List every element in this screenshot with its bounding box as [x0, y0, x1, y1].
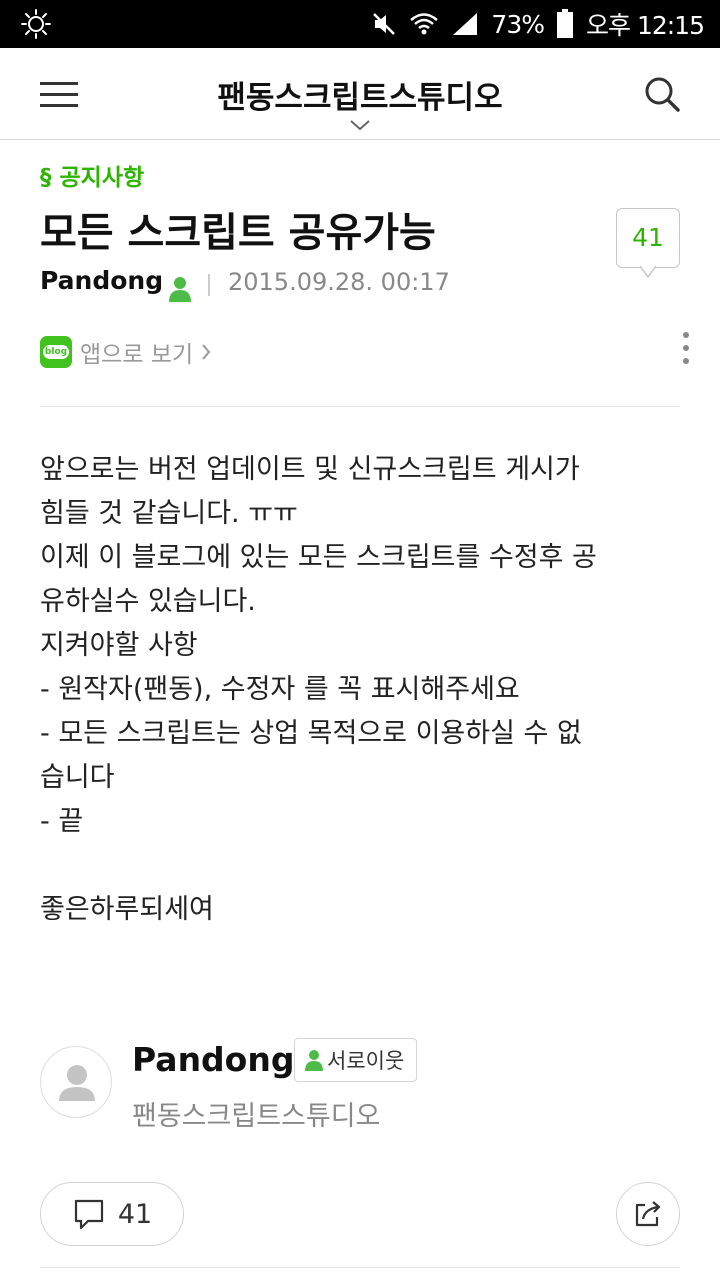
neighbor-badge-label: 서로이웃: [327, 1049, 405, 1073]
body-line: 습니다: [40, 762, 115, 793]
comment-button[interactable]: 41: [40, 1182, 184, 1246]
more-dot: [683, 345, 689, 351]
wifi-icon: [410, 13, 439, 35]
search-icon[interactable]: [642, 74, 682, 114]
body-line: - 모든 스크립트는 상업 목적으로 이용하실 수 없: [40, 718, 582, 749]
menu-icon-bar: [40, 93, 78, 96]
app-view-label: 앱으로 보기: [80, 342, 194, 368]
post-title: 모든 스크립트 공유가능: [40, 210, 436, 256]
blog-app-icon: blog: [40, 336, 72, 368]
menu-icon: [40, 82, 78, 85]
chevron-right-icon: [202, 344, 211, 360]
body-line: 이제 이 블로그에 있는 모든 스크립트를 수정후 공: [40, 542, 597, 573]
meta-separator: [208, 274, 210, 296]
comment-count-bubble[interactable]: 41: [616, 208, 680, 268]
signal-icon: [453, 13, 478, 35]
divider: [40, 1267, 680, 1268]
body-line: 힘들 것 같습니다. ㅠㅠ: [40, 498, 298, 529]
author-card-name[interactable]: Pandong: [132, 1040, 294, 1079]
clock: 오후 12:15: [586, 11, 705, 40]
body-blank-line: [40, 844, 688, 888]
share-button[interactable]: [616, 1182, 680, 1246]
post-author[interactable]: Pandong: [40, 266, 163, 295]
body-line: 지켜야할 사항: [40, 630, 198, 661]
body-line: 유하실수 있습니다.: [40, 586, 256, 617]
chevron-down-icon[interactable]: [348, 118, 372, 132]
body-line: - 원작자(팬동), 수정자 를 꼭 표시해주세요: [40, 674, 520, 705]
user-icon: [169, 277, 191, 302]
body-line: 좋은하루되세여: [40, 894, 214, 925]
neighbor-badge[interactable]: 서로이웃: [294, 1038, 418, 1082]
comment-icon: [74, 1199, 103, 1230]
app-view-link[interactable]: blog 앱으로 보기: [40, 334, 211, 370]
menu-icon-bar: [40, 104, 78, 107]
share-icon: [635, 1201, 661, 1227]
author-card-blog-name[interactable]: 팬동스크립트스튜디오: [132, 1094, 380, 1133]
comment-button-count: 41: [117, 1198, 153, 1230]
blog-logo-text: blog: [43, 345, 69, 359]
battery-icon: [557, 9, 573, 38]
divider: [40, 406, 680, 407]
app-bar: 팬동스크립트스튜디오: [0, 48, 720, 140]
brightness-icon: [21, 9, 51, 39]
bubble-tail: [640, 266, 656, 278]
body-line: 앞으로는 버전 업데이트 및 신규스크립트 게시가: [40, 454, 580, 485]
user-icon: [305, 1050, 323, 1071]
blog-title[interactable]: 팬동스크립트스튜디오: [150, 72, 570, 117]
battery-percent: 73%: [491, 9, 545, 39]
more-vertical-icon: [683, 332, 689, 338]
post-body: 앞으로는 버전 업데이트 및 신규스크립트 게시가 힘들 것 같습니다. ㅠㅠ …: [40, 448, 688, 932]
avatar[interactable]: [40, 1046, 112, 1118]
mute-icon: [373, 13, 396, 35]
body-line: - 끝: [40, 806, 84, 837]
more-dot: [683, 358, 689, 364]
menu-button[interactable]: [36, 76, 80, 112]
post-category[interactable]: § 공지사항: [40, 158, 144, 192]
status-bar: 73% 오후 12:15: [0, 0, 720, 48]
status-bar-right: 73% 오후 12:15: [371, 0, 705, 48]
default-user-icon: [59, 1065, 95, 1101]
post-date: 2015.09.28. 00:17: [228, 268, 450, 296]
more-options-button[interactable]: [678, 328, 694, 368]
